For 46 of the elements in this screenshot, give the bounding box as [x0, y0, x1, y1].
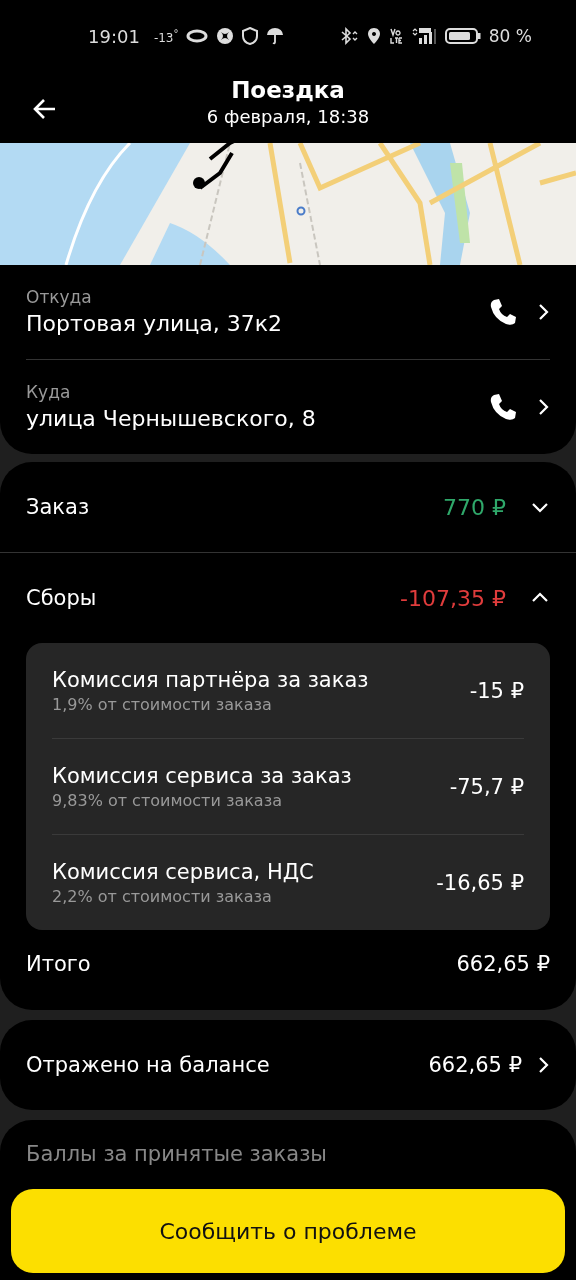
chevron-right-icon — [536, 303, 550, 321]
balance-row[interactable]: Отражено на балансе 662,65 ₽ — [0, 1020, 576, 1110]
balance-label: Отражено на балансе — [26, 1053, 271, 1077]
points-label: Баллы за принятые заказы — [26, 1142, 327, 1166]
phone-icon[interactable] — [488, 297, 518, 327]
section-title: Сборы — [26, 586, 98, 610]
fee-note: 2,2% от стоимости заказа — [52, 885, 273, 908]
address-label: Откуда — [26, 286, 93, 309]
screen-title: Поездка — [231, 75, 345, 105]
fee-title: Комиссия сервиса, НДС — [52, 858, 315, 886]
fee-amount: -16,65 ₽ — [436, 870, 524, 895]
address-label: Куда — [26, 381, 72, 404]
chevron-right-icon — [536, 398, 550, 416]
trip-date: 6 февраля, 18:38 — [206, 104, 370, 129]
balance-amount: 662,65 ₽ — [428, 1053, 522, 1077]
fee-title: Комиссия партнёра за заказ — [52, 666, 370, 694]
status-time: 19:01 — [88, 25, 140, 47]
address-value: Портовая улица, 37к2 — [26, 310, 284, 338]
total-amount: 662,65 ₽ — [456, 952, 550, 976]
fee-amount: -15 ₽ — [469, 678, 524, 703]
location-icon — [366, 27, 381, 45]
phone-icon[interactable] — [488, 392, 518, 422]
section-title: Заказ — [26, 495, 91, 519]
address-value: улица Чернышевского, 8 — [26, 405, 317, 433]
total-label: Итого — [26, 952, 92, 976]
signal-icon — [410, 27, 437, 45]
chevron-right-icon — [536, 1056, 550, 1074]
umbrella-icon — [266, 27, 285, 45]
report-problem-button[interactable]: Сообщить о проблеме — [11, 1189, 565, 1273]
battery-level: 80 % — [488, 26, 532, 46]
back-arrow-icon — [33, 98, 57, 120]
fee-note: 1,9% от стоимости заказа — [52, 693, 273, 716]
temperature: -13$^{°}$ — [153, 27, 179, 45]
address-row[interactable]: Откуда Портовая улица, 37к2 — [26, 265, 550, 359]
ring-icon — [186, 29, 209, 43]
volte-icon — [388, 27, 403, 45]
app-icon — [216, 27, 235, 45]
section-amount: 770 ₽ — [443, 494, 506, 520]
fee-title: Комиссия сервиса за заказ — [52, 762, 353, 790]
section-amount: -107,35 ₽ — [400, 585, 506, 611]
shield-icon — [242, 27, 259, 45]
fee-note: 9,83% от стоимости заказа — [52, 789, 283, 812]
fee-amount: -75,7 ₽ — [449, 774, 524, 799]
battery-icon — [444, 27, 481, 45]
section-header[interactable]: Заказ 770 ₽ — [0, 462, 576, 552]
address-row[interactable]: Куда улица Чернышевского, 8 — [26, 359, 550, 454]
